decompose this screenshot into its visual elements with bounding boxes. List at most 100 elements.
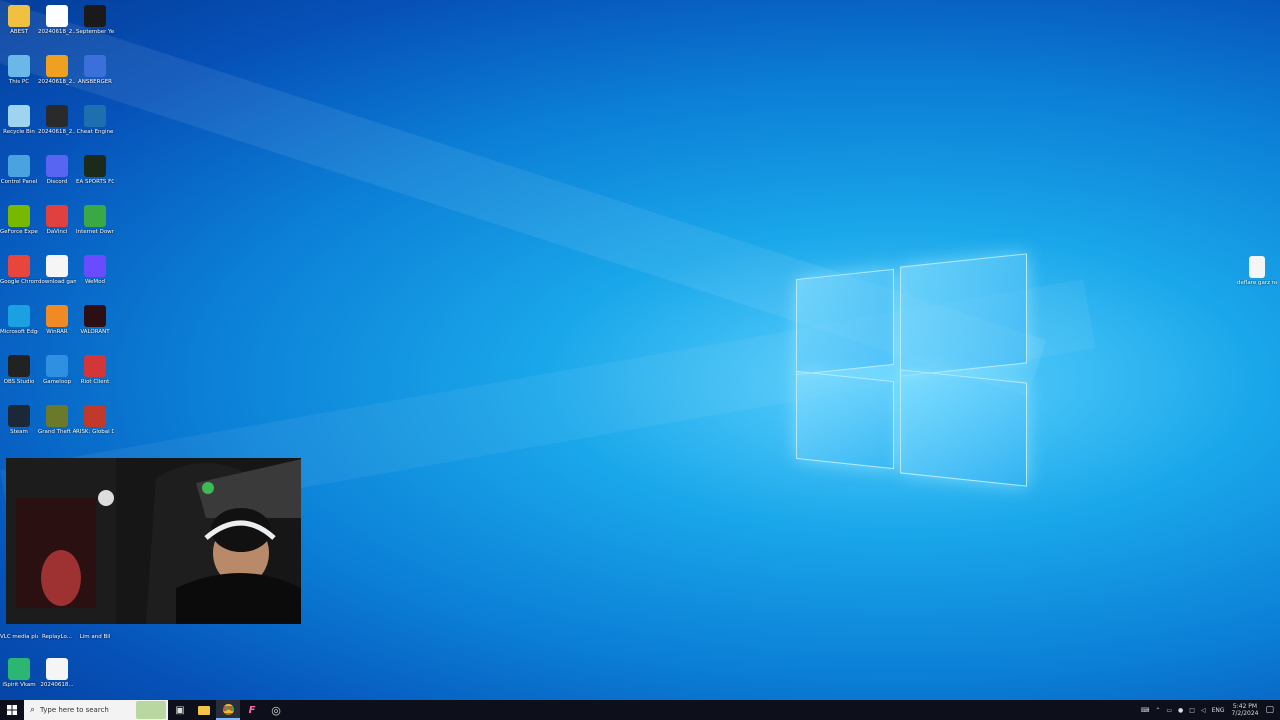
task-view-button[interactable]: ▣ bbox=[168, 700, 192, 720]
app-icon bbox=[46, 355, 68, 377]
app-icon bbox=[46, 626, 68, 632]
language-indicator[interactable]: ENG bbox=[1212, 707, 1225, 714]
app-icon bbox=[8, 55, 30, 77]
desktop-icon[interactable]: Cheat Engine bbox=[76, 103, 114, 151]
chevron-up-icon[interactable]: ⌃ bbox=[1155, 707, 1160, 714]
clock[interactable]: 5:42 PM 7/2/2024 bbox=[1232, 703, 1259, 717]
desktop-icon-label: Google Chrome bbox=[0, 279, 38, 285]
desktop-icon[interactable]: Google Chrome bbox=[0, 253, 38, 301]
app-icon bbox=[84, 355, 106, 377]
desktop-icon[interactable]: ANSBERGER bbox=[76, 53, 114, 101]
file-explorer-button[interactable] bbox=[192, 700, 216, 720]
desktop-icon[interactable]: Steam bbox=[0, 403, 38, 451]
app-icon bbox=[46, 105, 68, 127]
desktop-icon-label: 20240618... bbox=[40, 682, 74, 688]
desktop-icon-label: VALORANT bbox=[80, 329, 110, 335]
desktop-icon-label: Grand Theft Auto V bbox=[38, 429, 76, 435]
desktop-icon[interactable]: iSpirit Vkam bbox=[0, 656, 38, 700]
notifications-icon[interactable]: ▢ bbox=[1265, 705, 1274, 715]
desktop-icon[interactable]: download gamerpic... bbox=[38, 253, 76, 301]
app-icon bbox=[8, 355, 30, 377]
app-icon bbox=[8, 405, 30, 427]
task-view-icon: ▣ bbox=[175, 704, 185, 716]
desktop-icon[interactable]: Internet Downlo... bbox=[76, 203, 114, 251]
desktop-icon-text-file[interactable]: deflare garz ne szabit bbox=[1237, 254, 1277, 302]
document-icon bbox=[1249, 256, 1265, 278]
desktop-icon-label: DaVinci bbox=[46, 229, 68, 235]
desktop-icon[interactable]: 20240618... bbox=[38, 656, 76, 700]
desktop-icon[interactable]: RISK: Global Domination bbox=[76, 403, 114, 451]
app-icon bbox=[46, 658, 68, 680]
network-icon[interactable]: □ bbox=[1189, 707, 1195, 714]
microphone-icon[interactable]: ● bbox=[1178, 707, 1183, 714]
desktop-icon[interactable]: EA SPORTS FC™ 24 bbox=[76, 153, 114, 201]
taskbar: ⌕ Type here to search ▣ F ◎ ⌨ ⌃ ▭ ● □ ◁ … bbox=[0, 700, 1280, 720]
desktop-icon-label: ReplayLo... bbox=[41, 634, 73, 640]
desktop-icon[interactable]: Control Panel bbox=[0, 153, 38, 201]
app-icon bbox=[46, 5, 68, 27]
app-icon bbox=[46, 405, 68, 427]
desktop-icon[interactable]: Recycle Bin bbox=[0, 103, 38, 151]
desktop-icon-label: EA SPORTS FC™ 24 bbox=[76, 179, 114, 185]
desktop-icon-label: WinRAR bbox=[46, 329, 68, 335]
app-taskbar-button[interactable]: ◎ bbox=[264, 700, 288, 720]
chrome-taskbar-button[interactable] bbox=[216, 700, 240, 720]
desktop-icon[interactable]: September Ye... bbox=[76, 3, 114, 51]
desktop-icon[interactable]: 20240618_2... bbox=[38, 103, 76, 151]
desktop-icon[interactable]: OBS Studio bbox=[0, 353, 38, 401]
app-icon bbox=[8, 205, 30, 227]
app-icon bbox=[84, 155, 106, 177]
app-icon bbox=[46, 305, 68, 327]
desktop-icon[interactable]: WinRAR bbox=[38, 303, 76, 351]
desktop-icon-label: September Ye... bbox=[76, 29, 114, 35]
desktop-icon[interactable]: GeForce Experience bbox=[0, 203, 38, 251]
desktop-icon[interactable]: Gameloop bbox=[38, 353, 76, 401]
desktop-icon[interactable]: Grand Theft Auto V bbox=[38, 403, 76, 451]
battery-icon[interactable]: ▭ bbox=[1166, 707, 1172, 714]
circle-app-icon: ◎ bbox=[271, 703, 281, 717]
desktop-icon[interactable]: Discord bbox=[38, 153, 76, 201]
start-button[interactable] bbox=[0, 700, 24, 720]
search-placeholder: Type here to search bbox=[40, 706, 109, 714]
app-icon bbox=[84, 105, 106, 127]
desktop-icon-label: RISK: Global Domination bbox=[76, 429, 114, 435]
desktop-icon-label: ABEST bbox=[10, 29, 28, 35]
desktop-icon-label: Recycle Bin bbox=[3, 129, 35, 135]
desktop-icon-label: 20240618_2... bbox=[38, 129, 76, 135]
desktop-icon-label: Steam bbox=[10, 429, 28, 435]
windows-logo bbox=[796, 253, 1028, 492]
desktop-icon[interactable]: ABEST bbox=[0, 3, 38, 51]
desktop-icon-label: 20240618_2... bbox=[38, 29, 76, 35]
desktop-icon[interactable]: Lim and Bil bbox=[76, 624, 114, 672]
app-icon bbox=[46, 155, 68, 177]
desktop-icon-label: OBS Studio bbox=[3, 379, 35, 385]
volume-icon[interactable]: ◁ bbox=[1201, 707, 1206, 714]
keyboard-icon[interactable]: ⌨ bbox=[1141, 707, 1150, 714]
app-icon bbox=[84, 305, 106, 327]
system-tray: ⌨ ⌃ ▭ ● □ ◁ ENG 5:42 PM 7/2/2024 ▢ bbox=[1138, 700, 1280, 720]
app-icon bbox=[84, 55, 106, 77]
taskbar-search-box[interactable]: ⌕ Type here to search bbox=[24, 700, 168, 720]
folder-icon bbox=[198, 705, 210, 715]
app-icon bbox=[8, 155, 30, 177]
desktop-icon-label: Microsoft Edge bbox=[0, 329, 38, 335]
app-taskbar-button[interactable]: F bbox=[240, 700, 264, 720]
desktop-icon-label: download gamerpic... bbox=[38, 279, 76, 285]
app-icon bbox=[46, 255, 68, 277]
desktop-icon[interactable]: VALORANT bbox=[76, 303, 114, 351]
app-icon bbox=[46, 55, 68, 77]
app-icon bbox=[8, 5, 30, 27]
desktop-icon[interactable]: DaVinci bbox=[38, 203, 76, 251]
desktop-icon[interactable]: WeMod bbox=[76, 253, 114, 301]
windows-start-icon bbox=[7, 705, 17, 715]
app-icon bbox=[84, 626, 106, 632]
desktop-icon[interactable]: This PC bbox=[0, 53, 38, 101]
desktop-icon[interactable]: 20240618_2... bbox=[38, 53, 76, 101]
desktop-icon-label: Lim and Bil bbox=[79, 634, 111, 640]
desktop-icon[interactable]: 20240618_2... bbox=[38, 3, 76, 51]
desktop-icon[interactable]: Microsoft Edge bbox=[0, 303, 38, 351]
desktop-icon-label: Cheat Engine bbox=[76, 129, 114, 135]
desktop-icon[interactable]: Riot Client bbox=[76, 353, 114, 401]
search-icon: ⌕ bbox=[30, 705, 36, 715]
app-icon bbox=[8, 105, 30, 127]
